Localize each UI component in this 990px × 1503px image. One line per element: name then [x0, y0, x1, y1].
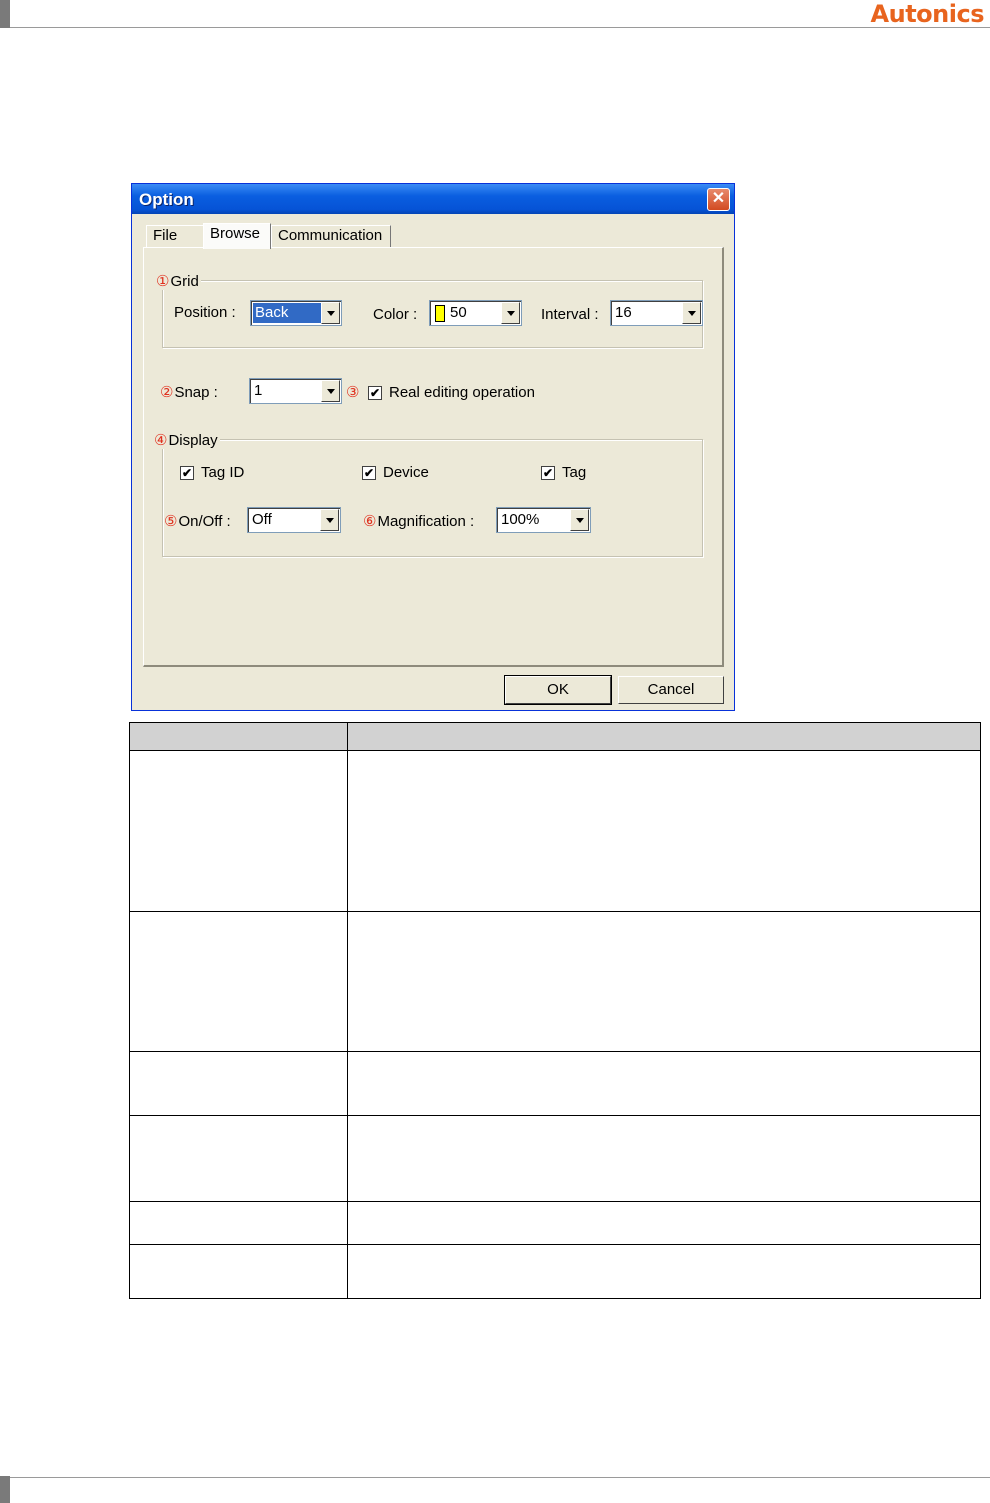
cancel-button[interactable]: Cancel	[618, 676, 724, 704]
table-cell	[347, 1201, 981, 1245]
table-row	[129, 1115, 981, 1202]
table-cell	[129, 750, 348, 912]
callout-number-2: ②	[160, 384, 174, 401]
description-table	[129, 722, 981, 1299]
grid-color-value: 50	[450, 304, 467, 321]
grid-color-select[interactable]: 50	[429, 300, 522, 326]
grid-interval-select[interactable]: 16	[610, 300, 703, 326]
table-row	[129, 750, 981, 912]
option-dialog: Option ✕ File Browse Communication ①Grid…	[131, 183, 735, 711]
magnification-value: 100%	[501, 511, 540, 528]
real-editing-label: Real editing operation	[389, 384, 535, 401]
tag-id-checkbox[interactable]: ✔	[180, 466, 194, 480]
dialog-title: Option	[139, 190, 194, 209]
callout-number-3: ③	[346, 384, 360, 401]
grid-group-label: ①Grid	[156, 272, 201, 290]
magnification-select[interactable]: 100%	[496, 507, 591, 533]
callout-number-4: ④	[154, 432, 168, 449]
table-cell	[129, 1051, 348, 1116]
table-cell	[347, 1115, 981, 1202]
chevron-down-icon[interactable]	[682, 302, 701, 324]
callout-number-5: ⑤	[164, 513, 178, 530]
table-cell	[129, 911, 348, 1052]
ok-button[interactable]: OK	[504, 675, 612, 705]
display-groupbox	[162, 439, 703, 557]
table-cell	[347, 1051, 981, 1116]
table-header-cell	[347, 722, 981, 751]
header-marker	[0, 0, 10, 28]
grid-color-label: Color :	[373, 306, 418, 323]
display-group-label: ④Display	[154, 431, 220, 449]
device-checkbox[interactable]: ✔	[362, 466, 376, 480]
color-swatch	[435, 305, 445, 322]
table-header-row	[129, 722, 981, 751]
table-row	[129, 1201, 981, 1245]
header-rule	[10, 27, 990, 28]
magnification-label: ⑥Magnification :	[363, 513, 475, 530]
callout-number-1: ①	[156, 273, 170, 290]
browse-tab-panel: ①Grid Position : Back Color : 50 Interva…	[143, 247, 724, 667]
table-header-cell	[129, 722, 348, 751]
grid-position-value: Back	[253, 303, 321, 323]
onoff-value: Off	[252, 511, 272, 528]
chevron-down-icon[interactable]	[320, 509, 339, 531]
footer-rule	[10, 1477, 990, 1478]
tab-file[interactable]: File	[146, 225, 204, 247]
chevron-down-icon[interactable]	[570, 509, 589, 531]
checkmark-icon: ✔	[181, 466, 193, 480]
checkmark-icon: ✔	[363, 466, 375, 480]
tag-checkbox[interactable]: ✔	[541, 466, 555, 480]
checkmark-icon: ✔	[542, 466, 554, 480]
snap-select[interactable]: 1	[249, 378, 342, 404]
table-row	[129, 1244, 981, 1299]
close-icon: ✕	[711, 190, 726, 207]
table-cell	[129, 1115, 348, 1202]
tag-label: Tag	[562, 464, 587, 481]
close-button[interactable]: ✕	[707, 188, 730, 211]
table-row	[129, 1051, 981, 1116]
dialog-titlebar: Option	[132, 184, 734, 214]
autonics-logo: Autonics	[870, 0, 985, 28]
checkmark-icon: ✔	[369, 386, 381, 400]
real-editing-checkbox[interactable]: ✔	[368, 386, 382, 400]
table-cell	[347, 911, 981, 1052]
snap-value: 1	[254, 382, 263, 399]
chevron-down-icon[interactable]	[321, 302, 340, 324]
chevron-down-icon[interactable]	[501, 302, 520, 324]
table-cell	[347, 750, 981, 912]
callout-number-6: ⑥	[363, 513, 377, 530]
table-cell	[129, 1201, 348, 1245]
snap-label: ②Snap :	[160, 384, 218, 401]
onoff-select[interactable]: Off	[247, 507, 341, 533]
tab-browse[interactable]: Browse	[203, 223, 271, 249]
grid-interval-label: Interval :	[541, 306, 599, 323]
onoff-label: ⑤On/Off :	[164, 513, 231, 530]
device-label: Device	[383, 464, 429, 481]
table-cell	[347, 1244, 981, 1299]
grid-position-select[interactable]: Back	[250, 300, 342, 326]
table-row	[129, 911, 981, 1052]
tab-communication[interactable]: Communication	[271, 225, 391, 247]
table-cell	[129, 1244, 348, 1299]
grid-interval-value: 16	[615, 304, 632, 321]
tag-id-label: Tag ID	[201, 464, 245, 481]
grid-position-label: Position :	[174, 304, 236, 321]
footer-marker	[0, 1476, 10, 1503]
chevron-down-icon[interactable]	[321, 380, 340, 402]
